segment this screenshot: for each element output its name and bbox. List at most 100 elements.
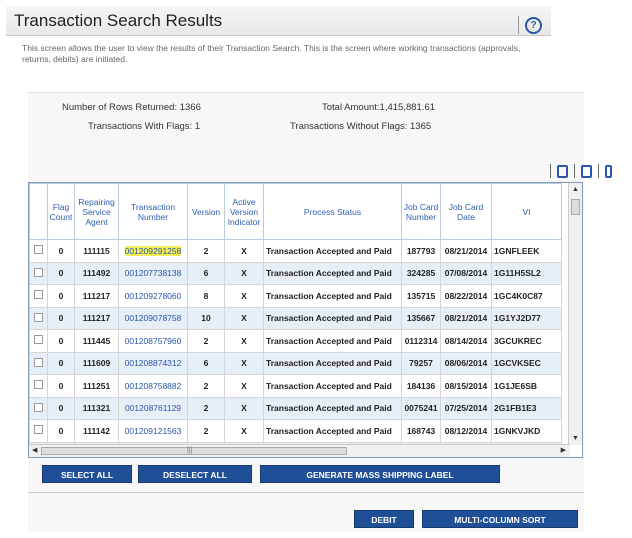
header-version[interactable]: Version (187, 183, 225, 240)
header-active-version[interactable]: Active Version Indicator (224, 183, 264, 240)
job-card-date-cell: 07/25/2014 (440, 396, 492, 420)
table-row[interactable]: 0 111217 001209278060 8 X Transaction Accepte… (29, 284, 562, 308)
deselect-all-button[interactable]: DESELECT ALL (138, 465, 252, 483)
transaction-number-link[interactable]: 001209278060 (118, 284, 188, 308)
job-card-number-cell: 0112314 (401, 329, 441, 353)
table-row[interactable]: 0 111142 001209121563 2 X Transaction Accepte… (29, 419, 562, 443)
active-indicator-cell: X (224, 419, 264, 443)
flag-count-cell: 0 (47, 329, 75, 353)
scroll-right-icon[interactable]: ▶ (561, 445, 566, 457)
transaction-number-link[interactable]: 001207738138 (118, 261, 188, 285)
active-indicator-cell: X (224, 306, 264, 330)
process-status-cell: Transaction Accepted and Paid (263, 374, 402, 398)
flag-count-cell: 0 (47, 419, 75, 443)
row-checkbox-cell (29, 284, 48, 308)
process-status-cell: Transaction Accepted and Paid (263, 419, 402, 443)
transaction-number-link[interactable]: 001209078758 (118, 306, 188, 330)
scroll-left-icon[interactable]: ◀ (32, 445, 37, 457)
flag-count-cell: 0 (47, 374, 75, 398)
row-checkbox[interactable] (34, 335, 43, 345)
header-process-status[interactable]: Process Status (263, 183, 402, 240)
job-card-date-cell: 08/06/2014 (440, 351, 492, 375)
active-indicator-cell: X (224, 329, 264, 353)
header-job-card-date[interactable]: Job Card Date (440, 183, 492, 240)
job-card-date-cell: 08/22/2014 (440, 284, 492, 308)
process-status-cell: Transaction Accepted and Paid (263, 261, 402, 285)
vertical-scrollbar[interactable]: ▲ ▼ (568, 183, 582, 445)
page-description: This screen allows the user to view the … (22, 43, 521, 64)
debit-button[interactable]: DEBIT (354, 510, 414, 528)
agent-cell: 111609 (74, 351, 119, 375)
header-servicing-agent[interactable]: Repairing Service Agent (74, 183, 119, 240)
multi-column-sort-button[interactable]: MULTI-COLUMN SORT (422, 510, 578, 528)
generate-shipping-label-button[interactable]: GENERATE MASS SHIPPING LABEL (260, 465, 500, 483)
agent-cell: 111115 (74, 239, 119, 263)
flag-count-cell: 0 (47, 261, 75, 285)
scroll-grip-icon: ||| (187, 447, 193, 454)
transaction-number-text: 001209078758 (124, 313, 182, 324)
transaction-number-link[interactable]: 001208874312 (118, 351, 188, 375)
row-checkbox[interactable] (34, 402, 43, 412)
grid-toolbar (550, 163, 612, 179)
row-checkbox[interactable] (34, 312, 43, 322)
job-card-date-cell: 08/21/2014 (440, 306, 492, 330)
row-checkbox[interactable] (34, 425, 43, 435)
export-icon[interactable] (557, 164, 568, 178)
agent-cell: 111217 (74, 284, 119, 308)
row-checkbox[interactable] (34, 290, 43, 300)
version-cell: 2 (187, 396, 225, 420)
page-title: Transaction Search Results (14, 11, 223, 30)
table-row[interactable]: 0 111251 001208758882 2 X Transaction Accepte… (29, 374, 562, 398)
transaction-number-text: 001208757960 (124, 335, 182, 346)
transaction-number-link[interactable]: 001209291258 (118, 239, 188, 263)
version-cell: 8 (187, 284, 225, 308)
table-row[interactable]: 0 111492 001207738138 6 X Transaction Accepte… (29, 261, 562, 285)
table-row[interactable]: 0 111217 001209078758 10 X Transaction Accept… (29, 306, 562, 330)
select-all-button[interactable]: SELECT ALL (42, 465, 132, 483)
help-icon[interactable]: ? (525, 17, 542, 34)
horizontal-scroll-thumb[interactable]: ||| (41, 447, 347, 455)
transaction-number-link[interactable]: 001209121563 (118, 419, 188, 443)
settings-icon[interactable] (605, 164, 612, 178)
print-icon[interactable] (581, 164, 592, 178)
version-cell: 2 (187, 374, 225, 398)
table-row[interactable]: 0 111609 001208874312 6 X Transaction Accepte… (29, 351, 562, 375)
row-checkbox[interactable] (34, 245, 43, 255)
table-body: 0 111115 001209291258 2 X Transaction Accepte… (29, 239, 562, 457)
row-checkbox[interactable] (34, 357, 43, 367)
active-indicator-cell: X (224, 284, 264, 308)
total-amount: Total Amount:1,415,881.61 (322, 102, 436, 113)
horizontal-scrollbar[interactable]: ◀ ||| ▶ (29, 444, 570, 457)
transaction-number-link[interactable]: 001208757960 (118, 329, 188, 353)
row-checkbox[interactable] (34, 267, 43, 277)
transaction-number-link[interactable]: 001208758882 (118, 374, 188, 398)
rows-returned: Number of Rows Returned: 1366 (62, 102, 201, 113)
header-vin[interactable]: VI (491, 183, 562, 240)
table-row[interactable]: 0 111445 001208757960 2 X Transaction Accepte… (29, 329, 562, 353)
version-cell: 2 (187, 329, 225, 353)
scroll-down-icon[interactable]: ▼ (569, 432, 582, 445)
active-indicator-cell: X (224, 261, 264, 285)
header-flag-count[interactable]: Flag Count (47, 183, 75, 240)
transaction-number-link[interactable]: 001208761129 (118, 396, 188, 420)
vin-cell: 1GNKVJKD (491, 419, 562, 443)
row-checkbox-cell (29, 419, 48, 443)
transaction-number-text: 001208758882 (124, 380, 182, 391)
row-checkbox-cell (29, 374, 48, 398)
version-cell: 6 (187, 351, 225, 375)
table-row[interactable]: 0 111115 001209291258 2 X Transaction Accepte… (29, 239, 562, 263)
header-transaction-number[interactable]: Transaction Number (118, 183, 188, 240)
table-header-row: Flag Count Repairing Service Agent Trans… (29, 183, 562, 240)
transactions-with-flags: Transactions With Flags: 1 (88, 121, 201, 132)
title-bar: Transaction Search Results ? (6, 6, 551, 36)
row-checkbox[interactable] (34, 380, 43, 390)
transaction-number-text: 001209121563 (124, 425, 182, 436)
header-select (29, 183, 48, 240)
vertical-scroll-thumb[interactable] (571, 199, 580, 215)
job-card-number-cell: 187793 (401, 239, 441, 263)
table-row[interactable]: 0 111321 001208761129 2 X Transaction Accepte… (29, 396, 562, 420)
transaction-number-text: 001207738138 (124, 268, 182, 279)
header-job-card-number[interactable]: Job Card Number (401, 183, 441, 240)
agent-cell: 111217 (74, 306, 119, 330)
scroll-up-icon[interactable]: ▲ (569, 183, 582, 196)
